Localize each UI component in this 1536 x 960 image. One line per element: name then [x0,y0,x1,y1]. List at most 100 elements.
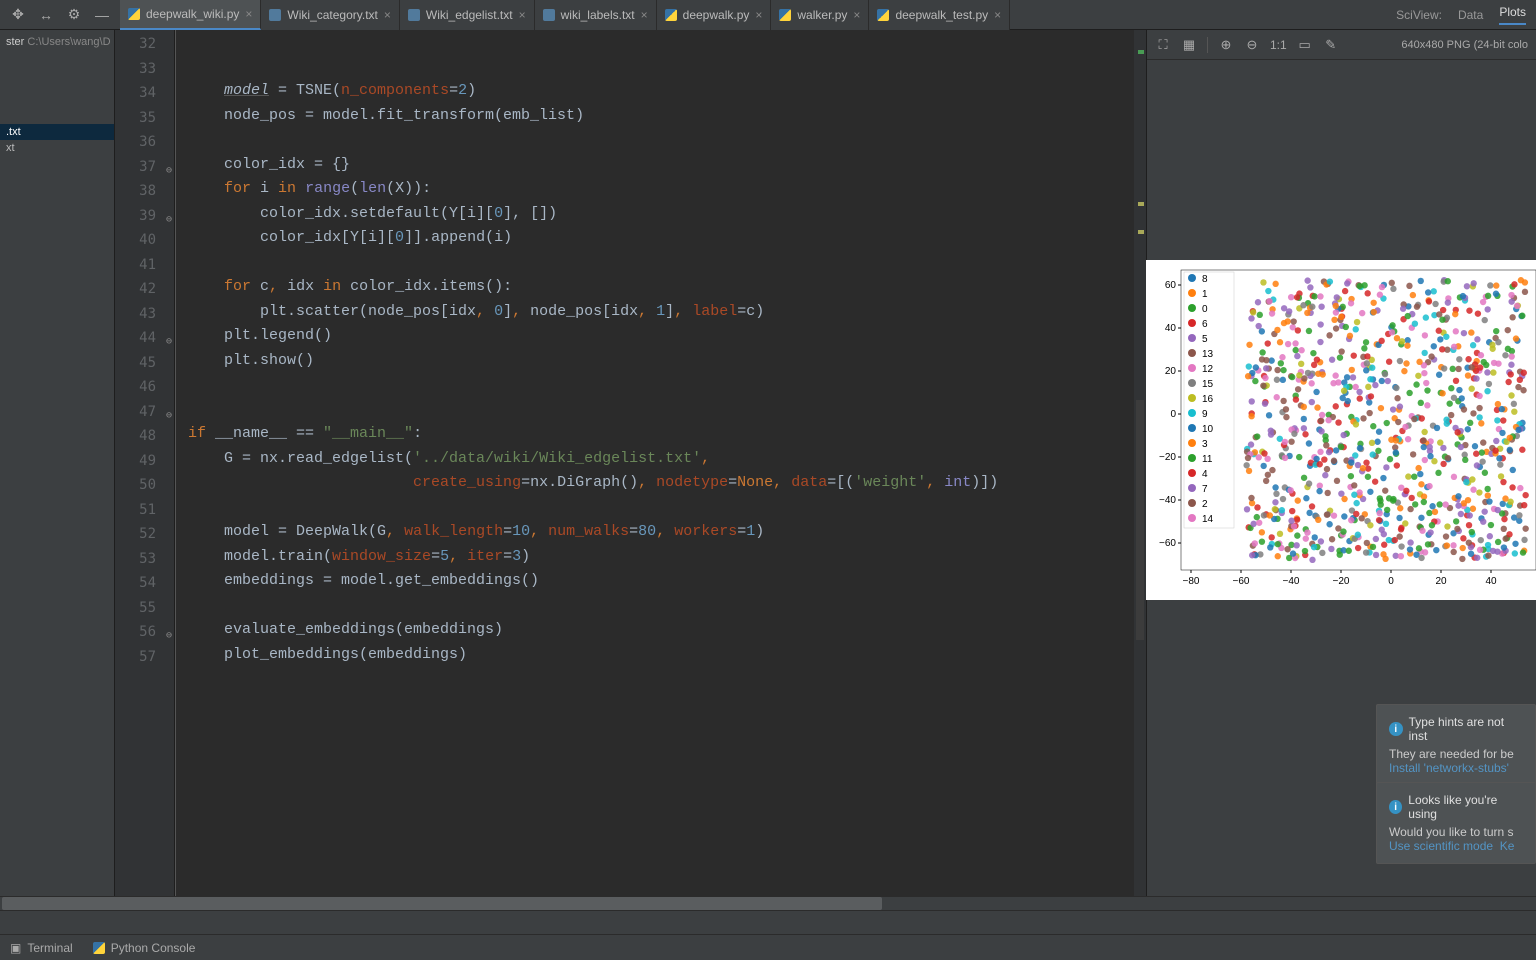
svg-text:3: 3 [1202,439,1208,450]
sciview-label: SciView: [1396,8,1442,22]
fold-icon[interactable]: ⊖ [160,404,172,416]
line-number: 40 [115,228,174,253]
line-number: 45 [115,351,174,376]
target-icon[interactable]: ✥ [10,7,26,23]
line-number: 32 [115,32,174,57]
editor-tab[interactable]: deepwalk_test.py× [869,0,1010,30]
svg-text:60: 60 [1165,280,1177,291]
editor-tab[interactable]: deepwalk.py× [657,0,772,30]
notification-link[interactable]: Use scientific mode [1389,839,1493,853]
collapse-icon[interactable]: ↔ [38,7,54,23]
zoom-ratio[interactable]: 1:1 [1270,38,1287,52]
line-number: 57 [115,645,174,670]
editor-scrollbar[interactable] [1134,30,1146,896]
project-path: C:\Users\wang\D [27,36,110,48]
editor-tab[interactable]: Wiki_category.txt × [261,0,399,30]
fold-icon[interactable]: ⊖ [160,624,172,636]
fold-icon[interactable]: ⊖ [160,159,172,171]
editor-tab[interactable]: Wiki_edgelist.txt× [400,0,535,30]
close-icon[interactable]: × [755,8,762,22]
pyconsole-label: Python Console [111,941,196,955]
tab-label: wiki_labels.txt [561,8,635,22]
image-info: 640x480 PNG (24-bit colo [1401,39,1528,51]
fold-icon[interactable]: ⊖ [160,330,172,342]
info-icon: i [1389,800,1402,814]
svg-text:2: 2 [1202,499,1208,510]
close-icon[interactable]: × [245,7,252,21]
python-file-icon [779,9,791,21]
svg-text:0: 0 [1388,576,1394,587]
svg-text:11: 11 [1202,454,1213,465]
svg-text:20: 20 [1165,366,1177,377]
gutter: 323334353637⊖3839⊖4041424344⊖454647⊖4849… [115,30,175,896]
notification-link[interactable]: Ke [1500,839,1515,853]
line-number: 38 [115,179,174,204]
text-file-icon [269,9,281,21]
notification-link[interactable]: Install 'networkx-stubs' [1389,761,1523,775]
svg-text:12: 12 [1202,364,1214,375]
notification-body: Would you like to turn s [1389,825,1523,839]
python-console-tool-window[interactable]: Python Console [93,941,196,955]
line-number: 37⊖ [115,155,174,180]
zoom-out-icon[interactable]: ⊖ [1244,37,1260,53]
color-picker-icon[interactable]: ✎ [1323,37,1339,53]
line-number: 50 [115,473,174,498]
horizontal-scrollbar[interactable] [0,896,1536,910]
line-number: 54 [115,571,174,596]
hide-icon[interactable]: — [94,7,110,23]
toolbar-icons: ✥ ↔ ⚙ — [0,7,120,23]
svg-text:8: 8 [1202,274,1208,285]
line-number: 53 [115,547,174,572]
text-file-icon [408,9,420,21]
svg-text:20: 20 [1435,576,1447,587]
line-number: 56⊖ [115,620,174,645]
line-number: 39⊖ [115,204,174,229]
svg-text:9: 9 [1202,409,1208,420]
tool-window-bar: ▣ Terminal Python Console [0,934,1536,960]
svg-text:1: 1 [1202,289,1208,300]
zoom-in-icon[interactable]: ⊕ [1218,37,1234,53]
sciview-toolbar: ⛶ ▦ ⊕ ⊖ 1:1 ▭ ✎ 640x480 PNG (24-bit colo [1147,30,1536,60]
python-icon [93,942,105,954]
fold-icon[interactable]: ⊖ [160,208,172,220]
close-icon[interactable]: × [853,8,860,22]
line-number: 33 [115,57,174,82]
close-icon[interactable]: × [994,8,1001,22]
svg-text:0: 0 [1202,304,1208,315]
line-number: 44⊖ [115,326,174,351]
notification-body: They are needed for be [1389,747,1523,761]
svg-text:40: 40 [1165,323,1177,334]
sciview-plots-tab[interactable]: Plots [1499,5,1526,25]
sciview-data-tab[interactable]: Data [1458,8,1483,22]
tab-label: Wiki_category.txt [287,8,377,22]
gear-icon[interactable]: ⚙ [66,7,82,23]
svg-text:7: 7 [1202,484,1208,495]
line-number: 36 [115,130,174,155]
editor-tab[interactable]: deepwalk_wiki.py× [120,0,261,30]
close-icon[interactable]: × [641,8,648,22]
close-icon[interactable]: × [519,8,526,22]
svg-text:5: 5 [1202,334,1208,345]
notification-scientific: iLooks like you're using Would you like … [1376,782,1536,864]
grid-icon[interactable]: ▦ [1181,37,1197,53]
code-area[interactable]: model = TSNE(n_components=2) node_pos = … [175,30,1146,896]
sciview-header: SciView: Data Plots [1386,5,1536,25]
editor-tab[interactable]: walker.py× [771,0,869,30]
line-number: 34 [115,81,174,106]
fit-icon[interactable]: ▭ [1297,37,1313,53]
editor-tabs: deepwalk_wiki.py×Wiki_category.txt×Wiki_… [120,0,1386,30]
python-file-icon [665,9,677,21]
line-number: 47⊖ [115,400,174,425]
svg-text:−80: −80 [1183,576,1200,587]
svg-text:16: 16 [1202,394,1214,405]
terminal-tool-window[interactable]: ▣ Terminal [10,941,73,955]
terminal-icon: ▣ [10,941,21,955]
close-icon[interactable]: × [384,8,391,22]
project-name: ster [6,36,24,48]
project-file-selected[interactable]: .txt [0,124,114,140]
notification-type-hints: iType hints are not inst They are needed… [1376,704,1536,786]
project-file[interactable]: xt [0,140,114,156]
fullscreen-icon[interactable]: ⛶ [1155,37,1171,53]
svg-text:6: 6 [1202,319,1208,330]
editor-tab[interactable]: wiki_labels.txt × [535,0,657,30]
